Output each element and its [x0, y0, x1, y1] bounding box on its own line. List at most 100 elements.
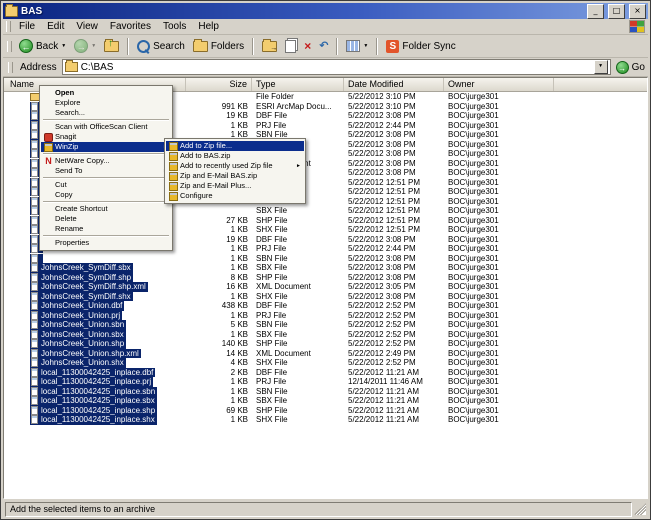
up-button[interactable]: ↑: [101, 40, 122, 53]
views-button[interactable]: ▼: [343, 39, 371, 53]
file-row[interactable]: local_11300042425_inplace.shp69 KBSHP Fi…: [4, 406, 647, 416]
winzip-submenu-item-zip-and-e-mail-bas-zip[interactable]: Zip and E-Mail BAS.zip: [166, 171, 304, 181]
file-name-cell: local_11300042425_inplace.dbf: [4, 368, 186, 378]
move-to-button[interactable]: →: [259, 40, 280, 53]
context-menu-item-copy[interactable]: Copy: [41, 190, 171, 200]
go-button[interactable]: → Go: [616, 61, 645, 74]
context-menu-item-search[interactable]: Search...: [41, 108, 171, 118]
file-row[interactable]: JohnsCreek_Union.prj1 KBPRJ File5/22/201…: [4, 311, 647, 321]
back-button[interactable]: ← Back ▼: [16, 38, 69, 54]
minimize-button[interactable]: _: [587, 4, 604, 19]
file-size-cell: 8 KB: [186, 273, 252, 283]
back-icon: ←: [19, 39, 33, 53]
context-menu-item-cut[interactable]: Cut: [41, 180, 171, 190]
context-menu-item-send-to[interactable]: Send To►: [41, 166, 171, 176]
menu-favorites[interactable]: Favorites: [104, 20, 157, 33]
folders-button[interactable]: Folders: [190, 40, 247, 53]
menu-help[interactable]: Help: [192, 20, 225, 33]
toolbar-grip[interactable]: [6, 21, 11, 32]
context-menu-item-winzip[interactable]: WinZip►: [41, 142, 171, 152]
forward-dropdown-icon[interactable]: ▼: [91, 43, 96, 49]
file-owner-cell: BOC\jurge301: [444, 330, 554, 340]
copy-to-button[interactable]: [282, 39, 299, 54]
search-button[interactable]: Search: [134, 39, 188, 54]
context-menu-item-rename[interactable]: Rename: [41, 224, 171, 234]
file-type-cell: PRJ File: [252, 311, 344, 321]
file-size-cell: 1 KB: [186, 292, 252, 302]
file-row[interactable]: 1 KBSBN File5/22/2012 3:08 PMBOC\jurge30…: [4, 254, 647, 264]
folder-sync-button[interactable]: S Folder Sync: [383, 39, 458, 54]
address-folder-icon: [65, 62, 78, 72]
context-menu-item-open[interactable]: Open: [41, 88, 171, 98]
file-row[interactable]: local_11300042425_inplace.shx1 KBSHX Fil…: [4, 415, 647, 425]
delete-icon: ×: [304, 40, 311, 52]
file-row[interactable]: JohnsCreek_SymDiff.shp8 KBSHP File5/22/2…: [4, 273, 647, 283]
undo-button[interactable]: ↶: [316, 40, 331, 53]
file-owner-cell: BOC\jurge301: [444, 368, 554, 378]
views-dropdown-icon[interactable]: ▼: [363, 43, 368, 49]
context-menu-item-scan-with-officescan-client[interactable]: Scan with OfficeScan Client: [41, 122, 171, 132]
address-dropdown-button[interactable]: ▼: [594, 60, 608, 74]
file-row[interactable]: JohnsCreek_SymDiff.shp.xml16 KBXML Docum…: [4, 282, 647, 292]
file-modified-cell: 5/22/2012 3:08 PM: [344, 149, 444, 159]
context-menu: OpenExploreSearch... Scan with OfficeScan…: [39, 85, 173, 251]
winzip-submenu-item-add-to-recently-used-zip-file[interactable]: Add to recently used Zip file►: [166, 161, 304, 171]
winzip-submenu-item-zip-and-e-mail-plus[interactable]: Zip and E-Mail Plus...: [166, 181, 304, 191]
column-header-owner[interactable]: Owner: [444, 78, 554, 91]
windows-logo-icon: [629, 20, 645, 33]
file-owner-cell: BOC\jurge301: [444, 111, 554, 121]
file-row[interactable]: JohnsCreek_Union.shp.xml14 KBXML Documen…: [4, 349, 647, 359]
address-input[interactable]: C:\BAS ▼: [62, 59, 611, 75]
file-row[interactable]: JohnsCreek_Union.sbn5 KBSBN File5/22/201…: [4, 320, 647, 330]
file-row[interactable]: JohnsCreek_SymDiff.shx1 KBSHX File5/22/2…: [4, 292, 647, 302]
menu-view[interactable]: View: [70, 20, 104, 33]
menu-file[interactable]: File: [13, 20, 41, 33]
file-row[interactable]: local_11300042425_inplace.dbf2 KBDBF Fil…: [4, 368, 647, 378]
file-row[interactable]: JohnsCreek_SymDiff.sbx1 KBSBX File5/22/2…: [4, 263, 647, 273]
winzip-submenu-item-configure[interactable]: Configure: [166, 191, 304, 201]
context-menu-item-delete[interactable]: Delete: [41, 214, 171, 224]
file-name-cell: JohnsCreek_Union.shx: [4, 358, 186, 368]
title-bar[interactable]: BAS _ □ ×: [3, 3, 648, 19]
file-row[interactable]: local_11300042425_inplace.sbn1 KBSBN Fil…: [4, 387, 647, 397]
file-modified-cell: 5/22/2012 3:08 PM: [344, 159, 444, 169]
context-menu-item-properties[interactable]: Properties: [41, 238, 171, 248]
column-header-type[interactable]: Type: [252, 78, 344, 91]
file-type-cell: DBF File: [252, 368, 344, 378]
file-row[interactable]: JohnsCreek_Union.shp140 KBSHP File5/22/2…: [4, 339, 647, 349]
context-menu-item-snagit[interactable]: Snagit: [41, 132, 171, 142]
file-row[interactable]: JohnsCreek_Union.sbx1 KBSBX File5/22/201…: [4, 330, 647, 340]
close-button[interactable]: ×: [629, 4, 646, 19]
file-row[interactable]: JohnsCreek_Union.dbf438 KBDBF File5/22/2…: [4, 301, 647, 311]
menu-tools[interactable]: Tools: [157, 20, 192, 33]
explorer-window: BAS _ □ × FileEditViewFavoritesToolsHelp…: [0, 0, 651, 520]
forward-button[interactable]: → ▼: [71, 38, 99, 54]
file-row[interactable]: local_11300042425_inplace.prj1 KBPRJ Fil…: [4, 377, 647, 387]
context-menu-item-explore[interactable]: Explore: [41, 98, 171, 108]
file-name: JohnsCreek_SymDiff.shp.xml: [30, 282, 148, 292]
file-type-cell: SHX File: [252, 358, 344, 368]
views-icon: [346, 40, 360, 52]
file-owner-cell: BOC\jurge301: [444, 377, 554, 387]
toolbar-grip[interactable]: [7, 41, 12, 52]
menu-icon-gutter: [167, 192, 180, 201]
winzip-submenu-item-add-to-zip-file[interactable]: Add to Zip file...: [166, 141, 304, 151]
file-owner-cell: BOC\jurge301: [444, 121, 554, 131]
menu-separator: [43, 153, 169, 155]
toolbar-grip[interactable]: [8, 62, 13, 73]
maximize-button[interactable]: □: [608, 4, 625, 19]
file-size-cell: 1 KB: [186, 387, 252, 397]
menu-edit[interactable]: Edit: [41, 20, 70, 33]
context-menu-item-create-shortcut[interactable]: Create Shortcut: [41, 204, 171, 214]
winzip-submenu-item-add-to-bas-zip[interactable]: Add to BAS.zip: [166, 151, 304, 161]
context-menu-item-netware-copy[interactable]: NNetWare Copy...: [41, 156, 171, 166]
file-row[interactable]: JohnsCreek_Union.shx4 KBSHX File5/22/201…: [4, 358, 647, 368]
column-header-date-modified[interactable]: Date Modified: [344, 78, 444, 91]
move-arrow-icon: →: [270, 45, 277, 52]
file-row[interactable]: local_11300042425_inplace.sbx1 KBSBX Fil…: [4, 396, 647, 406]
resize-grip[interactable]: [634, 503, 646, 515]
delete-button[interactable]: ×: [301, 39, 314, 53]
column-header-size[interactable]: Size: [186, 78, 252, 91]
menu-separator: [43, 177, 169, 179]
back-dropdown-icon[interactable]: ▼: [61, 43, 66, 49]
